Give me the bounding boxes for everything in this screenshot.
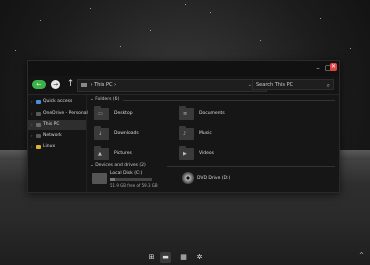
sidebar-item-network[interactable]: › Network (28, 131, 86, 141)
tray-chevron-icon[interactable]: ^ (359, 252, 364, 259)
sidebar-item-label: OneDrive - Personal (43, 111, 88, 116)
folder-videos[interactable]: ▶ Videos (179, 146, 239, 162)
documents-folder-icon: ≡ (179, 106, 194, 120)
drives-header-label: Devices and drives (2) (95, 163, 146, 168)
folder-label: Downloads (114, 131, 139, 136)
address-bar[interactable]: › This PC › ⌄ ↻ (77, 79, 267, 92)
drive-usage-fill (110, 178, 116, 181)
file-explorer-window: – ▢ ✕ ← → ↑ › This PC › ⌄ ↻ Search This … (27, 60, 340, 193)
videos-folder-icon: ▶ (179, 146, 194, 160)
computer-icon (36, 123, 41, 127)
expand-arrow-icon[interactable]: › (31, 142, 33, 152)
folder-label: Desktop (114, 111, 133, 116)
star-icon (36, 100, 41, 104)
sidebar-item-quick-access[interactable]: › Quick access (28, 97, 86, 107)
navigation-pane: › Quick access › OneDrive - Personal › T… (28, 95, 88, 192)
folder-desktop[interactable]: ▭ Desktop (94, 106, 154, 122)
sidebar-item-onedrive[interactable]: › OneDrive - Personal (28, 109, 88, 119)
settings-icon[interactable]: ✲ (194, 252, 205, 263)
section-divider (123, 100, 335, 101)
folder-documents[interactable]: ≡ Documents (179, 106, 239, 122)
store-icon[interactable]: ▦ (178, 252, 189, 263)
forward-button[interactable]: → (51, 80, 60, 89)
sidebar-item-linux[interactable]: › Linux (28, 142, 86, 152)
sidebar-item-label: Linux (43, 144, 56, 149)
pictures-folder-icon: ▲ (94, 146, 109, 160)
desktop-folder-icon: ▭ (94, 106, 109, 120)
title-bar[interactable]: – ▢ ✕ (28, 61, 339, 76)
folder-downloads[interactable]: ↓ Downloads (94, 126, 154, 142)
folder-label: Pictures (114, 151, 132, 156)
hard-drive-icon (92, 173, 107, 184)
address-text: This PC (94, 82, 113, 88)
close-button[interactable]: ✕ (330, 63, 337, 71)
expand-arrow-icon[interactable]: › (31, 120, 33, 130)
computer-icon (81, 82, 87, 87)
file-explorer-icon[interactable]: ▬ (160, 252, 171, 263)
sidebar-item-label: This PC (43, 122, 60, 127)
folder-label: Documents (199, 111, 225, 116)
dvd-drive-icon (182, 172, 194, 184)
section-divider (167, 166, 335, 167)
cloud-icon (36, 112, 41, 116)
linux-icon (36, 145, 41, 149)
folders-header-label: Folders (6) (95, 97, 120, 102)
folder-music[interactable]: ♪ Music (179, 126, 239, 142)
drives-header[interactable]: ⌄ Devices and drives (2) (90, 163, 146, 168)
drive-label: DVD Drive (D:) (197, 176, 231, 181)
address-chevron: › (90, 82, 93, 88)
drive-usage-bar (110, 178, 152, 181)
expand-arrow-icon[interactable]: › (31, 97, 33, 107)
expand-arrow-icon[interactable]: › (31, 109, 33, 119)
start-icon[interactable]: ⊞ (146, 252, 157, 263)
drive-label: Local Disk (C:) (110, 171, 143, 176)
navigation-toolbar: ← → ↑ › This PC › ⌄ ↻ Search This PC ⌕ (28, 76, 339, 95)
music-folder-icon: ♪ (179, 126, 194, 140)
folder-label: Music (199, 131, 212, 136)
search-placeholder: Search This PC (256, 82, 294, 88)
drive-free-space: 51.9 GB free of 59.3 GB (110, 183, 158, 188)
search-icon[interactable]: ⌕ (327, 80, 330, 91)
search-input[interactable]: Search This PC ⌕ (252, 79, 334, 90)
taskbar: ⊞ ▬ ▦ ✲ ^ (0, 250, 370, 265)
downloads-folder-icon: ↓ (94, 126, 109, 140)
minimize-button[interactable]: – (314, 64, 322, 72)
folder-label: Videos (199, 151, 214, 156)
network-icon (36, 134, 41, 138)
sidebar-item-this-pc[interactable]: › This PC (28, 120, 86, 130)
sidebar-item-label: Quick access (43, 99, 73, 104)
folders-header[interactable]: ⌄ Folders (6) (90, 97, 119, 102)
sidebar-item-label: Network (43, 133, 62, 138)
folder-pictures[interactable]: ▲ Pictures (94, 146, 154, 162)
up-button[interactable]: ↑ (66, 80, 75, 89)
back-button[interactable]: ← (32, 80, 46, 89)
content-pane: ⌄ Folders (6) ▭ Desktop ≡ Documents ↓ Do… (87, 95, 339, 192)
expand-arrow-icon[interactable]: › (31, 131, 33, 141)
address-chevron-after: › (114, 82, 117, 88)
